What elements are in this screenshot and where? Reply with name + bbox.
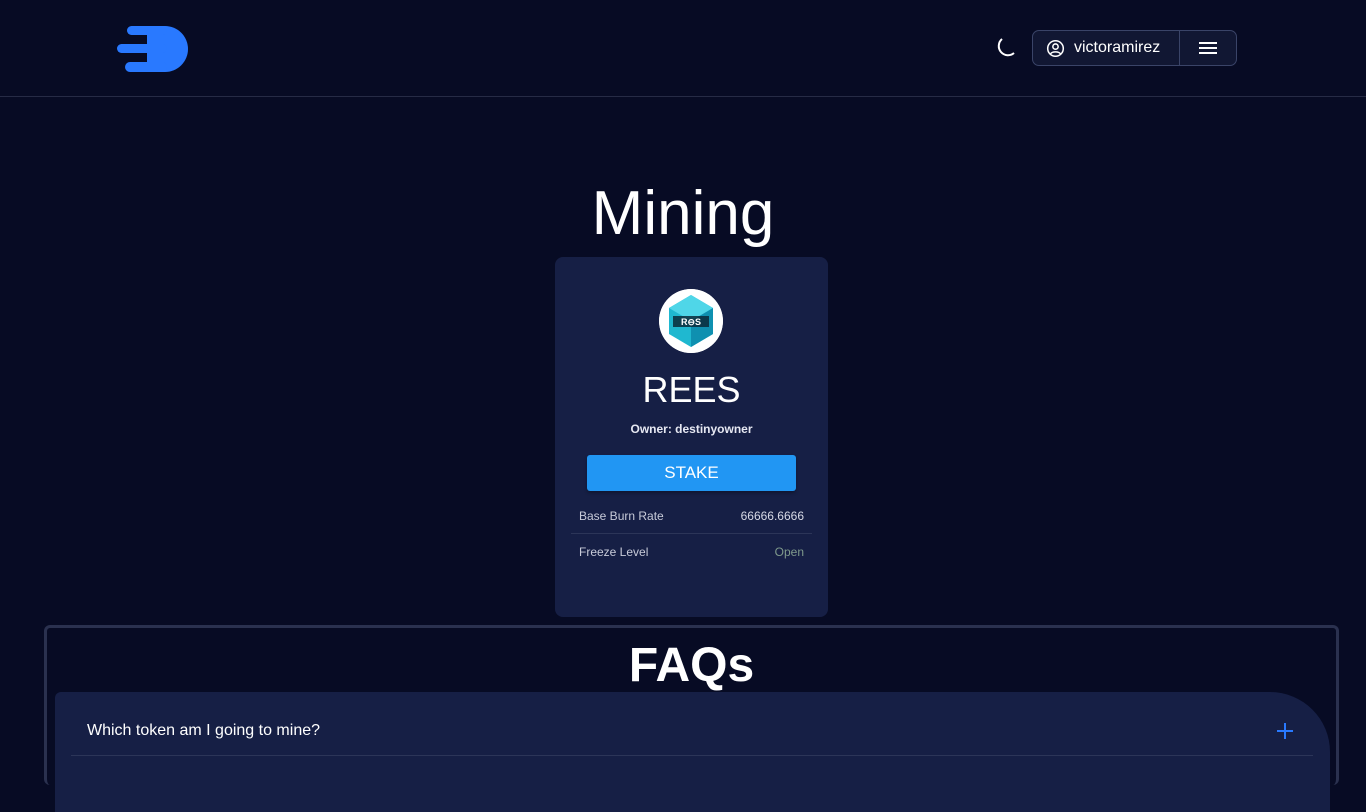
faq-title: FAQs xyxy=(628,639,755,692)
moon-icon[interactable] xyxy=(992,36,1018,60)
account-button[interactable]: victoramirez xyxy=(1033,31,1180,65)
mining-card: R⊖S REES Owner: destinyowner STAKE Base … xyxy=(555,257,828,617)
menu-button[interactable] xyxy=(1180,31,1236,65)
stat-row-freeze-level: Freeze Level Open xyxy=(571,534,812,570)
stake-button[interactable]: STAKE xyxy=(587,455,796,491)
account-circle-icon xyxy=(1046,39,1065,57)
plus-icon[interactable] xyxy=(1277,723,1293,739)
user-menu: victoramirez xyxy=(1032,30,1237,66)
brand-logo[interactable] xyxy=(117,26,188,72)
token-logo: R⊖S xyxy=(659,289,723,353)
stat-label: Freeze Level xyxy=(579,545,649,559)
token-name: REES xyxy=(642,369,741,410)
faq-section: FAQs Which token am I going to mine? xyxy=(44,625,1339,812)
stat-value: 66666.6666 xyxy=(740,508,804,523)
owner-label: Owner: destinyowner xyxy=(630,422,753,436)
stat-label: Base Burn Rate xyxy=(579,508,664,523)
status-value: Open xyxy=(774,545,804,559)
faq-panel: Which token am I going to mine? xyxy=(55,692,1330,812)
faq-item[interactable]: Which token am I going to mine? xyxy=(71,707,1313,756)
faq-question: Which token am I going to mine? xyxy=(87,722,321,739)
hamburger-menu-icon xyxy=(1199,42,1217,54)
stat-row-base-burn-rate: Base Burn Rate 66666.6666 xyxy=(571,498,812,534)
top-bar: victoramirez xyxy=(0,0,1366,97)
username-label: victoramirez xyxy=(1074,39,1161,56)
token-logo-text: R⊖S xyxy=(681,317,701,327)
page-title: Mining xyxy=(591,179,775,248)
